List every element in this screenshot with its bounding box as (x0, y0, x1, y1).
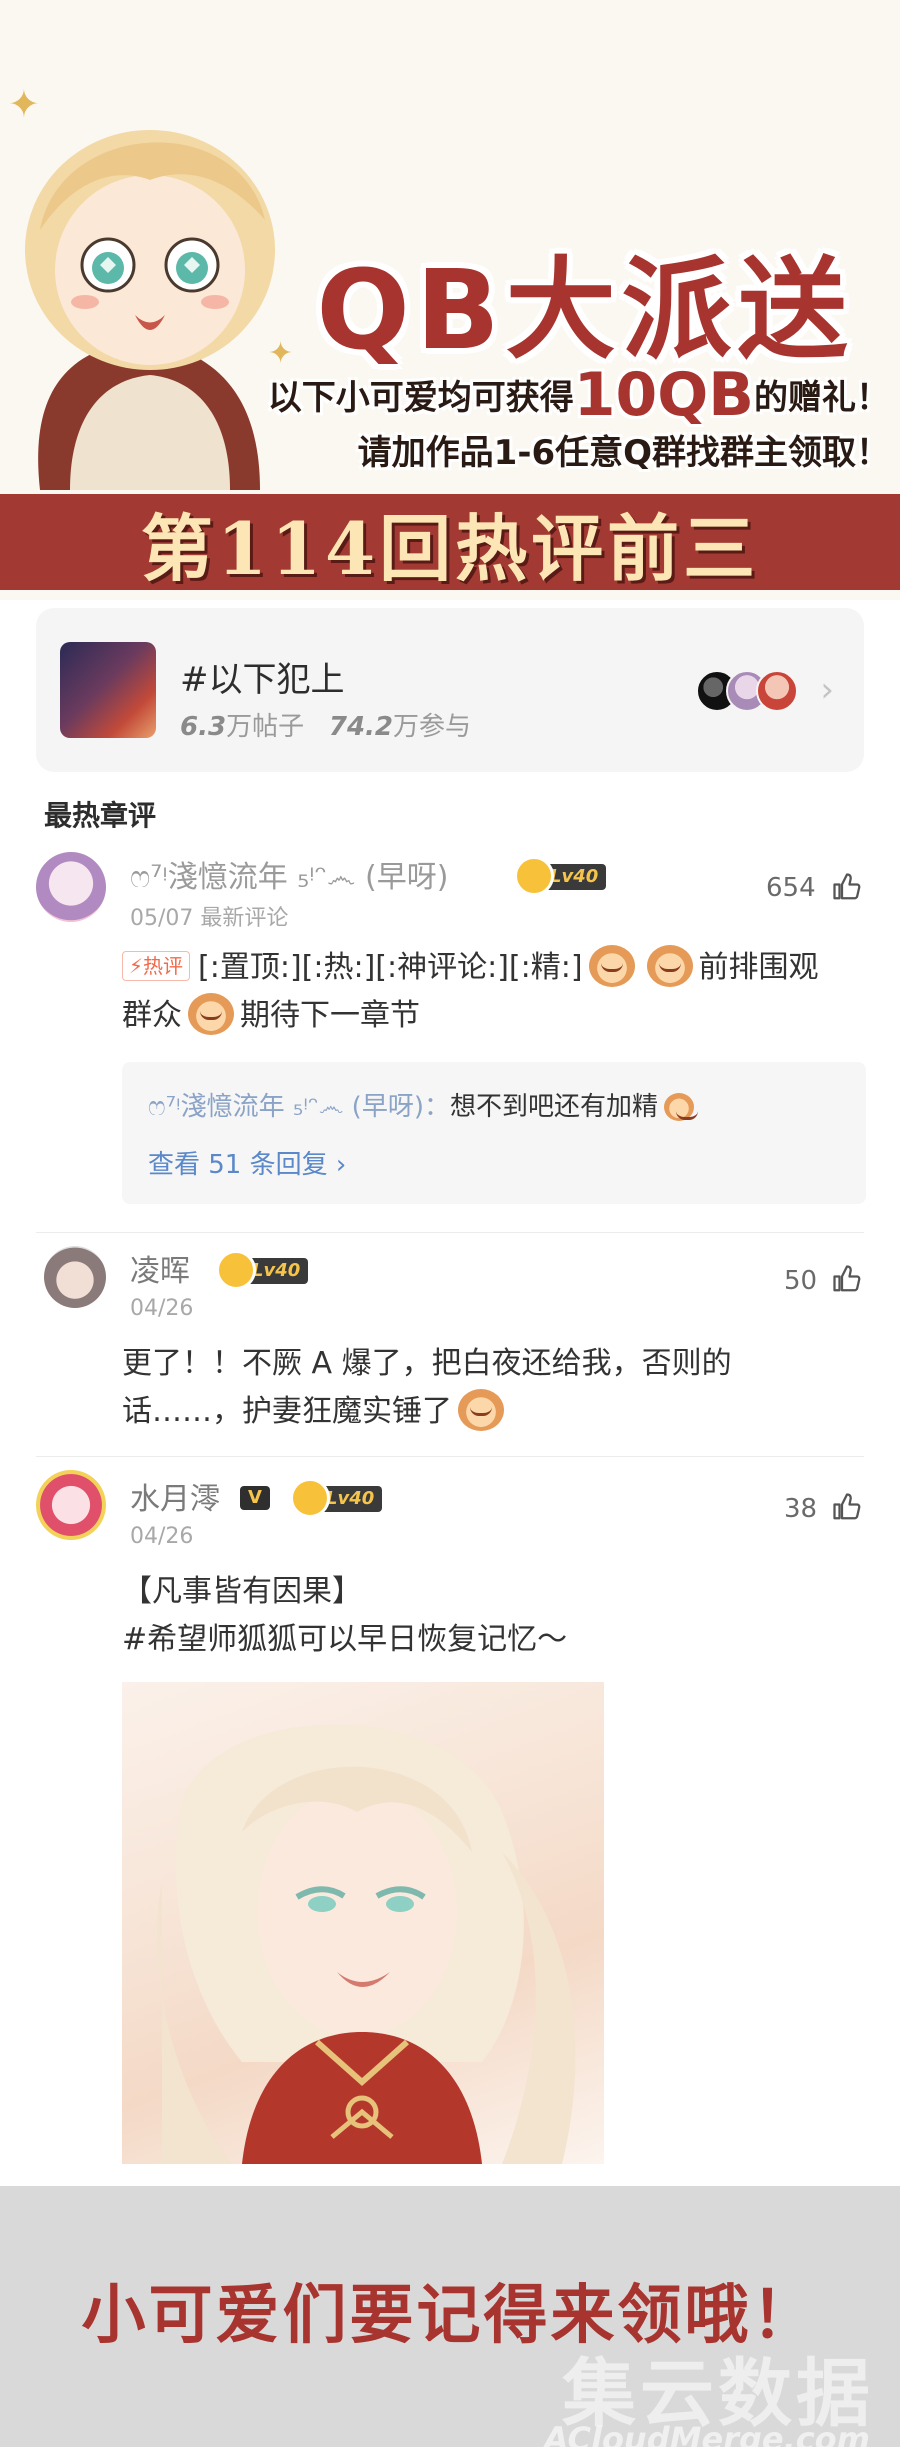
comment-text: 话……，护妻狂魔实锤了 (122, 1394, 452, 1429)
comment-body: ⚡热评 [:置顶:][:热:][:神评论:][:精:] 前排围观群众 期待下一章节 (122, 944, 842, 1040)
reply-username[interactable]: ෆ⁷ᵎ淺憶流年 ₅ᵎᵔ෴ (早呀)： (148, 1092, 450, 1122)
reply-preview[interactable]: ෆ⁷ᵎ淺憶流年 ₅ᵎᵔ෴ (早呀)：想不到吧还有加精 查看 51 条回复 › (122, 1062, 866, 1204)
level-badge: Lv40 (289, 1478, 383, 1518)
participants-count: 74.2 (328, 712, 394, 742)
character-illustration (156, 1724, 576, 2164)
banner-title: QB大派送 (316, 246, 854, 374)
comment-text-line: 话……，护妻狂魔实锤了 (122, 1388, 842, 1436)
promo-line-1: 以下小可爱均可获得10QB的赠礼！ (150, 360, 890, 430)
avatar[interactable] (36, 852, 106, 922)
avatar[interactable] (44, 1246, 106, 1308)
thumb-up-icon[interactable] (832, 1492, 862, 1522)
hot-comment-tag: ⚡热评 (122, 951, 191, 981)
reply-line: ෆ⁷ᵎ淺憶流年 ₅ᵎᵔ෴ (早呀)：想不到吧还有加精 (148, 1086, 700, 1123)
level-badge: Lv40 (513, 856, 607, 896)
emoji-icon (458, 1389, 504, 1431)
participant-avatars (696, 670, 798, 712)
chevron-right-icon[interactable]: › (820, 670, 834, 710)
promo-line-2: 请加作品1-6任意Q群找群主领取！ (357, 433, 890, 473)
comment-username[interactable]: ෆ⁷ᵎ淺憶流年 ₅ᵎᵔ෴ (早呀) (130, 852, 448, 896)
verified-icon: V (240, 1486, 270, 1510)
topic-card[interactable]: #以下犯上 6.3万帖子 74.2万参与 › (36, 608, 864, 772)
comment-meta: 05/07 最新评论 (130, 906, 289, 931)
thumb-up-icon[interactable] (832, 1264, 862, 1294)
divider (36, 1232, 864, 1233)
promo-suffix: 的赠礼！ (754, 378, 890, 418)
thumb-up-icon[interactable] (832, 872, 862, 902)
comment-meta: 04/26 (130, 1524, 194, 1549)
emoji-icon (188, 993, 234, 1035)
section-title: 最热章评 (44, 799, 157, 832)
participants-unit: 万参与 (393, 712, 472, 742)
comment-text: 【凡事皆有因果】 (122, 1574, 362, 1609)
comment-text: #希望师狐狐可以早日恢复记忆～ (122, 1622, 568, 1657)
posts-count: 6.3 (180, 712, 227, 742)
emoji-icon (588, 945, 635, 987)
divider (36, 1456, 864, 1457)
promo-prefix: 以下小可爱均可获得 (267, 378, 574, 418)
view-replies-link[interactable]: 查看 51 条回复 › (148, 1144, 346, 1181)
avatar (756, 670, 798, 712)
comment-text: 更了！！不厥 A 爆了，把白夜还给我，否则的 (122, 1346, 732, 1381)
posts-unit: 万帖子 (226, 712, 305, 742)
topic-name: #以下犯上 (180, 660, 345, 700)
level-badge: Lv40 (215, 1250, 309, 1290)
comment-body: 【凡事皆有因果】 #希望师狐狐可以早日恢复记忆～ (122, 1568, 842, 1664)
ribbon: 第114回热评前三 (0, 494, 900, 591)
topic-cover-image (60, 642, 156, 738)
comment-body: 更了！！不厥 A 爆了，把白夜还给我，否则的 话……，护妻狂魔实锤了 (122, 1340, 842, 1436)
like-count: 654 (766, 873, 816, 903)
comment-text: 期待下一章节 (240, 998, 420, 1033)
emoji-icon (646, 945, 693, 987)
topic-stats: 6.3万帖子 74.2万参与 (180, 706, 471, 743)
comment-meta: 04/26 (130, 1296, 194, 1321)
emoji-icon (663, 1093, 698, 1121)
watermark-url: ACloudMerge.com (543, 2420, 870, 2447)
footer-banner: 小可爱们要记得来领哦！ 集云数据 ACloudMerge.com (0, 2186, 900, 2447)
ribbon-text: 第114回热评前三 (140, 505, 760, 591)
comment-text: [:置顶:][:热:][:神评论:][:精:] (198, 950, 583, 985)
avatar[interactable] (36, 1470, 106, 1540)
promo-amount: 10QB (573, 360, 754, 430)
comment-attached-image[interactable] (122, 1682, 604, 2164)
reply-text: 想不到吧还有加精 (449, 1092, 658, 1122)
comment-username[interactable]: 凌晖 (130, 1246, 190, 1290)
like-count: 50 (784, 1266, 818, 1296)
like-count: 38 (784, 1494, 818, 1524)
promo-banner: ✦ ✦ QB大派送 以下小可爱均可获得10QB的赠礼！ 请加作品1-6任意Q群找… (0, 0, 900, 600)
comment-username[interactable]: 水月澪 (130, 1474, 220, 1518)
